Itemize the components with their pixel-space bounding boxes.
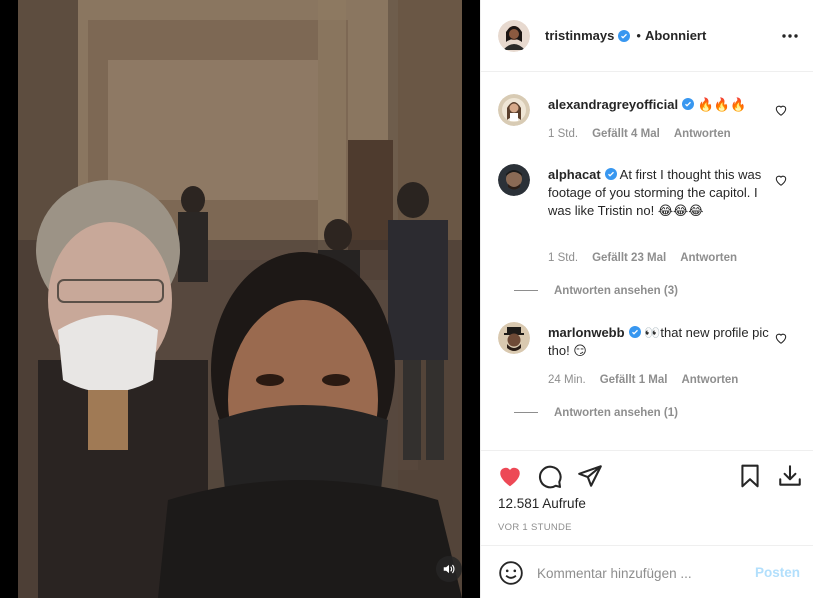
author-avatar[interactable]	[498, 19, 530, 52]
heart-filled-icon[interactable]	[497, 463, 523, 489]
verified-badge-icon	[618, 29, 631, 42]
post-media[interactable]	[0, 0, 480, 598]
comment-time: 24 Min.	[548, 374, 586, 386]
view-replies-button[interactable]: Antworten ansehen (1)	[514, 407, 678, 419]
speaker-icon	[443, 564, 455, 574]
post-header: tristinmays • Abonniert	[481, 0, 813, 72]
smiley-icon[interactable]	[498, 560, 524, 586]
commenter-avatar[interactable]	[498, 94, 530, 126]
comment-body: alexandragreyofficial 🔥🔥🔥	[548, 96, 778, 114]
comment-meta: 1 Std. Gefällt 23 Mal Antworten	[548, 252, 751, 264]
comment-body: alphacat At first I thought this was foo…	[548, 166, 778, 220]
comment-input[interactable]	[537, 562, 737, 584]
comment-reply-button[interactable]: Antworten	[674, 128, 731, 140]
commenter-avatar[interactable]	[498, 322, 530, 354]
comment-meta: 1 Std. Gefällt 4 Mal Antworten	[548, 128, 745, 140]
comment-time: 1 Std.	[548, 252, 579, 264]
comment-reply-button[interactable]: Antworten	[681, 374, 738, 386]
post-actions: 12.581 Aufrufe VOR 1 STUNDE	[481, 450, 813, 545]
post-timestamp[interactable]: VOR 1 STUNDE	[498, 522, 572, 533]
post-comment-button[interactable]: Posten	[755, 565, 800, 580]
comment-likes[interactable]: Gefällt 23 Mal	[592, 252, 666, 264]
add-comment-bar: Posten	[481, 545, 813, 598]
download-icon[interactable]	[777, 463, 803, 489]
comment-meta: 24 Min. Gefällt 1 Mal Antworten	[548, 374, 752, 386]
more-options-button[interactable]	[780, 26, 800, 46]
speech-bubble-icon[interactable]	[537, 463, 563, 489]
commenter-username[interactable]: alphacat	[548, 167, 601, 182]
commenter-avatar[interactable]	[498, 164, 530, 196]
comment-like-heart-icon[interactable]	[774, 331, 788, 345]
view-replies-button[interactable]: Antworten ansehen (3)	[514, 285, 678, 297]
verified-badge-icon	[682, 98, 695, 110]
comment-time: 1 Std.	[548, 128, 579, 140]
comment-like-heart-icon[interactable]	[774, 103, 788, 117]
bookmark-icon[interactable]	[737, 463, 763, 489]
video-still	[18, 0, 462, 598]
header-separator: •	[636, 28, 641, 43]
commenter-username[interactable]: marlonwebb	[548, 325, 625, 340]
more-dots-icon	[782, 34, 798, 38]
verified-badge-icon	[628, 326, 641, 338]
author-username[interactable]: tristinmays	[545, 28, 614, 43]
paper-plane-icon[interactable]	[577, 463, 603, 489]
verified-badge-icon	[604, 168, 617, 180]
mute-toggle-button[interactable]	[436, 556, 462, 582]
comment-body: marlonwebb 👀that new profile pic tho! 😏	[548, 324, 778, 360]
comment-like-heart-icon[interactable]	[774, 173, 788, 187]
comment-likes[interactable]: Gefällt 4 Mal	[592, 128, 660, 140]
comment-likes[interactable]: Gefällt 1 Mal	[600, 374, 668, 386]
follow-state-button[interactable]: Abonniert	[645, 28, 706, 43]
commenter-username[interactable]: alexandragreyofficial	[548, 97, 678, 112]
comment-reply-button[interactable]: Antworten	[680, 252, 737, 264]
post-panel: tristinmays • Abonniert alexandragreyoff…	[480, 0, 813, 598]
view-count[interactable]: 12.581 Aufrufe	[498, 496, 586, 511]
comment-text: 🔥🔥🔥	[697, 97, 747, 112]
video-frame[interactable]	[18, 0, 462, 598]
comments-list[interactable]: alexandragreyofficial 🔥🔥🔥 1 Std. Gefällt …	[481, 72, 813, 450]
